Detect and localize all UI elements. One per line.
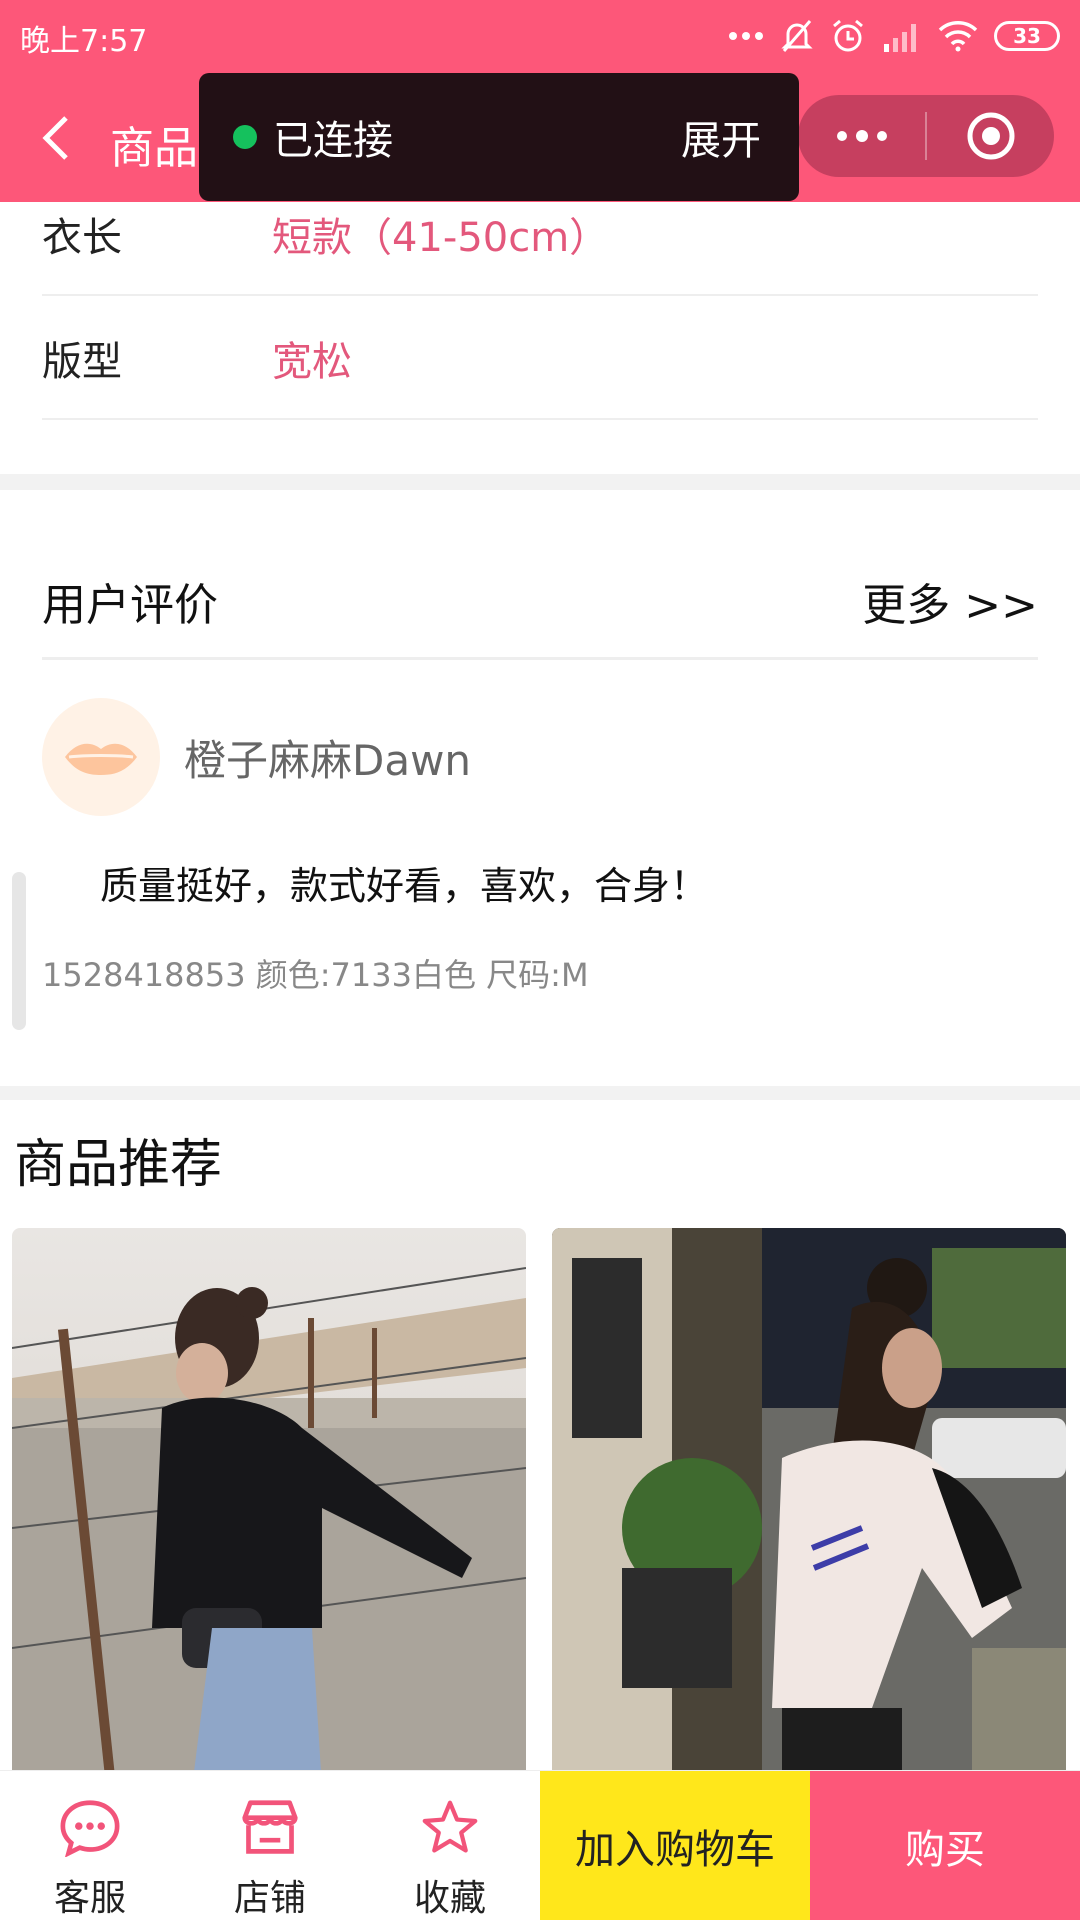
mute-bell-icon xyxy=(780,18,814,54)
status-time: 晚上7:57 xyxy=(20,24,148,59)
capsule-close-button[interactable] xyxy=(927,95,1054,177)
recommended-product-card[interactable] xyxy=(12,1228,526,1788)
chevron-left-icon xyxy=(42,116,68,160)
recommendations-title: 商品推荐 xyxy=(14,1135,223,1195)
target-close-icon xyxy=(967,112,1014,160)
reviews-title: 用户评价 xyxy=(42,580,218,631)
spec-row-fit: 版型 宽松 xyxy=(42,298,1038,420)
star-icon xyxy=(422,1800,478,1853)
section-divider xyxy=(0,474,1080,490)
spec-value: 宽松 xyxy=(272,339,352,385)
reviewer: 橙子麻麻Dawn xyxy=(42,698,471,816)
spec-label: 衣长 xyxy=(42,215,122,261)
recommended-product-card[interactable] xyxy=(552,1228,1066,1788)
reviews-more-link[interactable]: 更多 >> xyxy=(862,569,1038,633)
reviews-header: 用户评价 更多 >> xyxy=(42,545,1038,660)
back-button[interactable] xyxy=(30,108,80,168)
battery-indicator: 33 xyxy=(994,21,1060,51)
alarm-icon xyxy=(830,18,866,54)
spec-value: 短款（41-50cm） xyxy=(272,215,610,261)
section-divider xyxy=(0,1086,1080,1100)
more-dots-icon xyxy=(728,31,764,41)
product-detail-page: 晚上7:57 33 商品详情 已连接 展开 衣长 短款（41-50cm） 版型 … xyxy=(0,0,1080,1920)
connected-status-dot xyxy=(233,125,257,149)
expand-button[interactable]: 展开 xyxy=(681,108,761,166)
avatar xyxy=(42,698,160,816)
lips-icon xyxy=(65,743,137,775)
connection-status: 已连接 xyxy=(273,118,393,164)
capsule-more-button[interactable] xyxy=(798,95,925,177)
chat-bubble-icon xyxy=(60,1800,120,1857)
bottom-action-bar: 客服 店铺 收藏 加入购物车 购买 xyxy=(0,1770,1080,1920)
reviewer-name: 橙子麻麻Dawn xyxy=(184,735,472,785)
customer-service-button[interactable]: 客服 xyxy=(0,1771,180,1920)
signal-icon xyxy=(882,20,922,52)
connection-toast: 已连接 展开 xyxy=(199,73,799,201)
buy-button[interactable]: 购买 xyxy=(810,1771,1080,1920)
shop-label: 店铺 xyxy=(233,1878,306,1919)
customer-service-label: 客服 xyxy=(53,1878,126,1919)
review-content: 质量挺好，款式好看，喜欢，合身！ xyxy=(100,864,709,908)
product-photo xyxy=(552,1228,1066,1788)
favorite-button[interactable]: 收藏 xyxy=(360,1771,540,1920)
scroll-indicator xyxy=(12,872,26,1030)
status-icons: 33 xyxy=(728,16,1060,56)
more-dots-icon xyxy=(836,130,887,142)
wifi-icon xyxy=(938,20,978,52)
shop-button[interactable]: 店铺 xyxy=(180,1771,360,1920)
product-photo xyxy=(12,1228,526,1788)
store-icon xyxy=(242,1800,298,1854)
favorite-label: 收藏 xyxy=(413,1878,486,1919)
add-to-cart-button[interactable]: 加入购物车 xyxy=(540,1771,810,1920)
miniprogram-capsule xyxy=(798,95,1054,177)
spec-label: 版型 xyxy=(42,339,122,385)
review-meta: 1528418853 颜色:7133白色 尺码:M xyxy=(42,956,589,994)
